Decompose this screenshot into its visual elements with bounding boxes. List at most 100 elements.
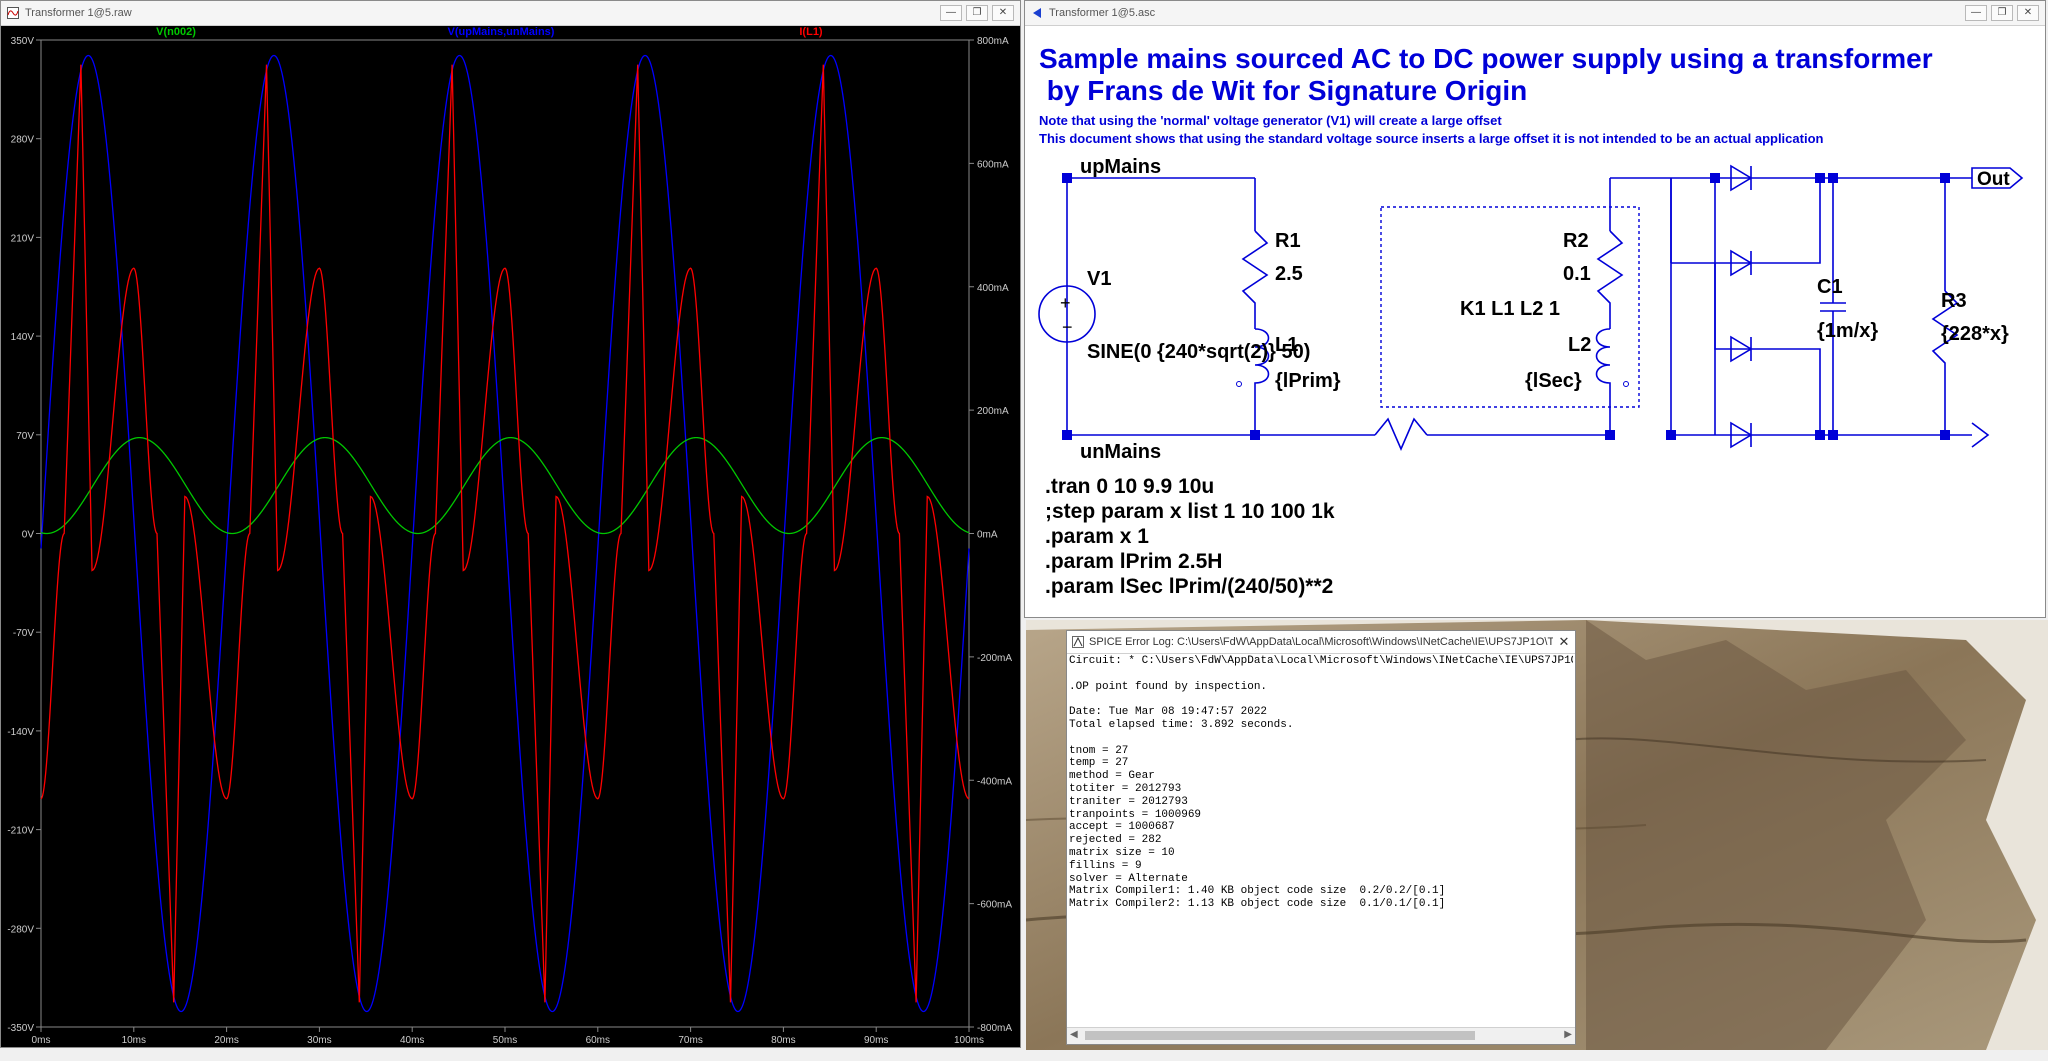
trace-il1: [40, 64, 970, 1003]
x-axis-label: 40ms: [400, 1035, 424, 1046]
directive-param-lsec[interactable]: .param lSec lPrim/(240/50)**2: [1045, 575, 1333, 599]
plot-frame: [40, 39, 970, 1028]
scroll-left-icon[interactable]: ◀: [1070, 1029, 1078, 1040]
label-l1: L1: [1275, 334, 1298, 356]
left-axis-label: 210V: [11, 233, 35, 244]
x-axis-label: 60ms: [586, 1035, 610, 1046]
left-axis-label: 350V: [11, 36, 35, 47]
v1-minus-sign: −: [1062, 317, 1073, 337]
waveform-app-icon: [7, 7, 19, 19]
log-line: Date: Tue Mar 08 19:47:57 2022: [1069, 706, 1268, 719]
schematic-drawing[interactable]: + − upMains unMains Out V1 SINE(0 {240*s…: [1025, 151, 2043, 481]
label-l2-value: {lSec}: [1525, 370, 1582, 392]
log-line: fillins = 9: [1069, 859, 1142, 872]
schematic-title-line2: by Frans de Wit for Signature Origin: [1039, 75, 1528, 106]
schematic-title-line1: Sample mains sourced AC to DC power supp…: [1039, 43, 1933, 74]
trace-vupmains-unmains: [40, 54, 970, 1013]
log-line: tnom = 27: [1069, 744, 1129, 757]
left-axis-label: -140V: [7, 727, 34, 738]
label-l2: L2: [1568, 334, 1591, 356]
error-log-title: SPICE Error Log: C:\Users\FdW\AppData\Lo…: [1089, 636, 1553, 648]
label-out: Out: [1977, 169, 2010, 190]
right-axis-label: 0mA: [977, 530, 998, 541]
label-v1: V1: [1087, 268, 1111, 290]
schematic-window-title: Transformer 1@5.asc: [1049, 7, 1156, 19]
close-icon[interactable]: ✕: [1553, 634, 1575, 650]
close-icon[interactable]: ✕: [992, 5, 1014, 21]
schematic-window: Transformer 1@5.asc — ❐ ✕ Sample mains s…: [1024, 0, 2046, 618]
log-line: totiter = 2012793: [1069, 782, 1182, 795]
log-line: .OP point found by inspection.: [1069, 680, 1268, 693]
ground-flag: [1971, 422, 1990, 448]
right-axis-label: -400mA: [977, 776, 1012, 787]
x-axis-label: 70ms: [678, 1035, 702, 1046]
log-line: method = Gear: [1069, 770, 1155, 783]
waveform-titlebar[interactable]: Transformer 1@5.raw — ❐ ✕: [1, 1, 1020, 26]
schematic-note-2: This document shows that using the stand…: [1039, 131, 1824, 146]
trace-legend-0: V(n002): [156, 26, 196, 38]
left-axis-label: -350V: [7, 1023, 34, 1034]
x-axis-label: 0ms: [32, 1035, 51, 1046]
directive-step[interactable]: ;step param x list 1 10 100 1k: [1045, 500, 1335, 524]
x-axis-label: 30ms: [307, 1035, 331, 1046]
left-axis-label: 70V: [16, 431, 34, 442]
restore-icon[interactable]: ❐: [1991, 5, 2013, 21]
right-axis-label: 200mA: [977, 406, 1009, 417]
spice-error-log-window: SPICE Error Log: C:\Users\FdW\AppData\Lo…: [1066, 630, 1576, 1045]
label-r1-value: 2.5: [1275, 263, 1303, 285]
plot-traces: [40, 54, 970, 1013]
left-axis-label: -280V: [7, 924, 34, 935]
x-axis-label: 100ms: [954, 1035, 984, 1046]
scrollbar-thumb[interactable]: [1085, 1031, 1475, 1040]
log-line: solver = Alternate: [1069, 872, 1188, 885]
waveform-window: Transformer 1@5.raw — ❐ ✕ 350V 280V 210V 14…: [0, 0, 1021, 1048]
label-r2-value: 0.1: [1563, 263, 1591, 285]
label-unmains: unMains: [1080, 441, 1161, 463]
log-line: Total elapsed time: 3.892 seconds.: [1069, 718, 1294, 731]
label-r3: R3: [1941, 290, 1967, 312]
schematic-note-1: Note that using the 'normal' voltage gen…: [1039, 113, 1502, 128]
label-l1-value: {lPrim}: [1275, 370, 1341, 392]
error-log-titlebar[interactable]: SPICE Error Log: C:\Users\FdW\AppData\Lo…: [1067, 631, 1575, 654]
schematic-titlebar[interactable]: Transformer 1@5.asc — ❐ ✕: [1025, 1, 2045, 26]
minimize-icon[interactable]: —: [940, 5, 962, 21]
left-axis-label: -70V: [13, 628, 34, 639]
x-axis-label: 50ms: [493, 1035, 517, 1046]
log-line: tranpoints = 1000969: [1069, 808, 1202, 821]
label-c1: C1: [1817, 276, 1843, 298]
right-axis-label: 600mA: [977, 159, 1009, 170]
directive-param-x[interactable]: .param x 1: [1045, 525, 1149, 549]
directive-param-lprim[interactable]: .param lPrim 2.5H: [1045, 550, 1222, 574]
log-line: Circuit: * C:\Users\FdW\AppData\Local\Mi…: [1069, 655, 1573, 667]
waveform-window-title: Transformer 1@5.raw: [25, 7, 132, 19]
close-icon[interactable]: ✕: [2017, 5, 2039, 21]
label-r2: R2: [1563, 230, 1589, 252]
x-axis-label: 20ms: [214, 1035, 238, 1046]
error-log-text[interactable]: Circuit: * C:\Users\FdW\AppData\Local\Mi…: [1069, 655, 1573, 1026]
schematic-app-icon: [1031, 7, 1043, 19]
left-axis-label: 0V: [22, 530, 35, 541]
minimize-icon[interactable]: —: [1965, 5, 1987, 21]
log-line: matrix size = 10: [1069, 846, 1175, 859]
right-axis-label: 400mA: [977, 283, 1009, 294]
x-axis-label: 10ms: [122, 1035, 146, 1046]
right-axis-label: -600mA: [977, 900, 1012, 911]
x-axis-label: 80ms: [771, 1035, 795, 1046]
right-axis-label: 800mA: [977, 36, 1009, 47]
waveform-plot[interactable]: 350V 280V 210V 140V 70V 0V -70V -140V -210V -280V…: [1, 25, 1020, 1047]
spice-app-icon: [1072, 636, 1084, 648]
label-coupling: K1 L1 L2 1: [1460, 298, 1560, 320]
horizontal-scrollbar[interactable]: ◀ ▶: [1067, 1027, 1575, 1044]
restore-icon[interactable]: ❐: [966, 5, 988, 21]
directive-tran[interactable]: .tran 0 10 9.9 10u: [1045, 475, 1214, 499]
label-upmains: upMains: [1080, 156, 1161, 178]
log-line: Matrix Compiler2: 1.13 KB object code si…: [1069, 898, 1446, 911]
x-axis-label: 90ms: [864, 1035, 888, 1046]
trace-legend-2: I(L1): [799, 26, 823, 38]
scroll-right-icon[interactable]: ▶: [1564, 1029, 1572, 1040]
log-line: Matrix Compiler1: 1.40 KB object code si…: [1069, 885, 1446, 898]
log-line: rejected = 282: [1069, 834, 1162, 847]
